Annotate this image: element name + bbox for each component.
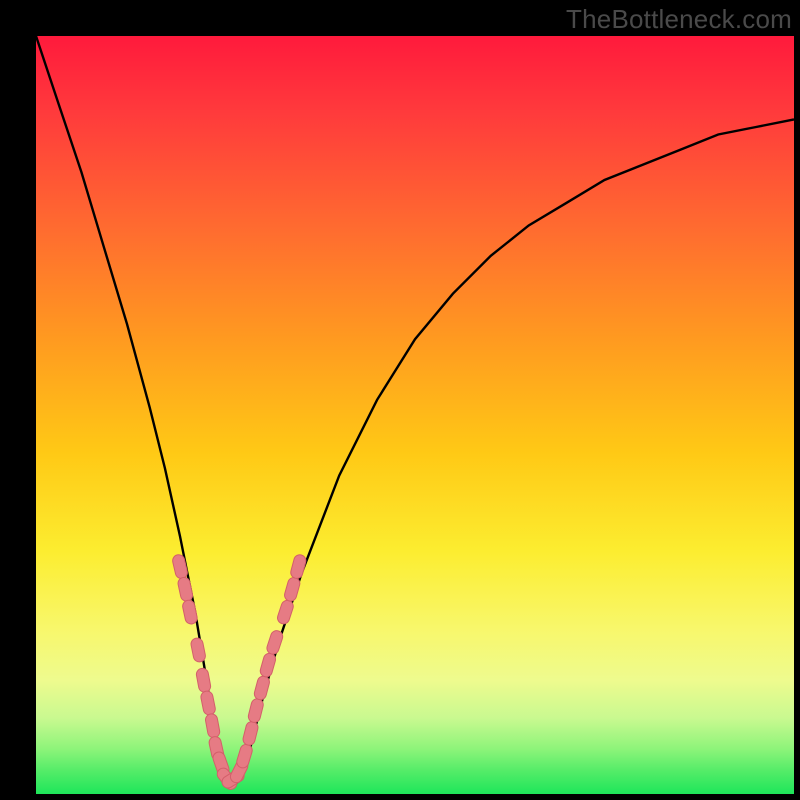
chart-frame: TheBottleneck.com [0, 0, 800, 800]
curve-marker [259, 652, 277, 678]
bottleneck-curve [36, 36, 794, 794]
curve-marker [190, 637, 206, 663]
plot-area [36, 36, 794, 794]
curve-marker [265, 629, 284, 656]
curve-marker [235, 743, 253, 769]
curve-marker [205, 713, 221, 739]
curve-marker [289, 553, 307, 579]
curve-marker [177, 576, 194, 602]
watermark-label: TheBottleneck.com [566, 4, 792, 35]
curve-marker [200, 690, 216, 716]
curve-path [36, 36, 794, 786]
marker-layer [171, 553, 307, 791]
curve-marker [182, 599, 199, 625]
curve-marker [276, 599, 295, 626]
curve-marker [283, 576, 301, 602]
curve-marker [247, 698, 264, 724]
curve-marker [171, 554, 188, 580]
curve-marker [253, 675, 271, 701]
curve-marker [195, 667, 211, 693]
curve-marker [242, 720, 259, 746]
